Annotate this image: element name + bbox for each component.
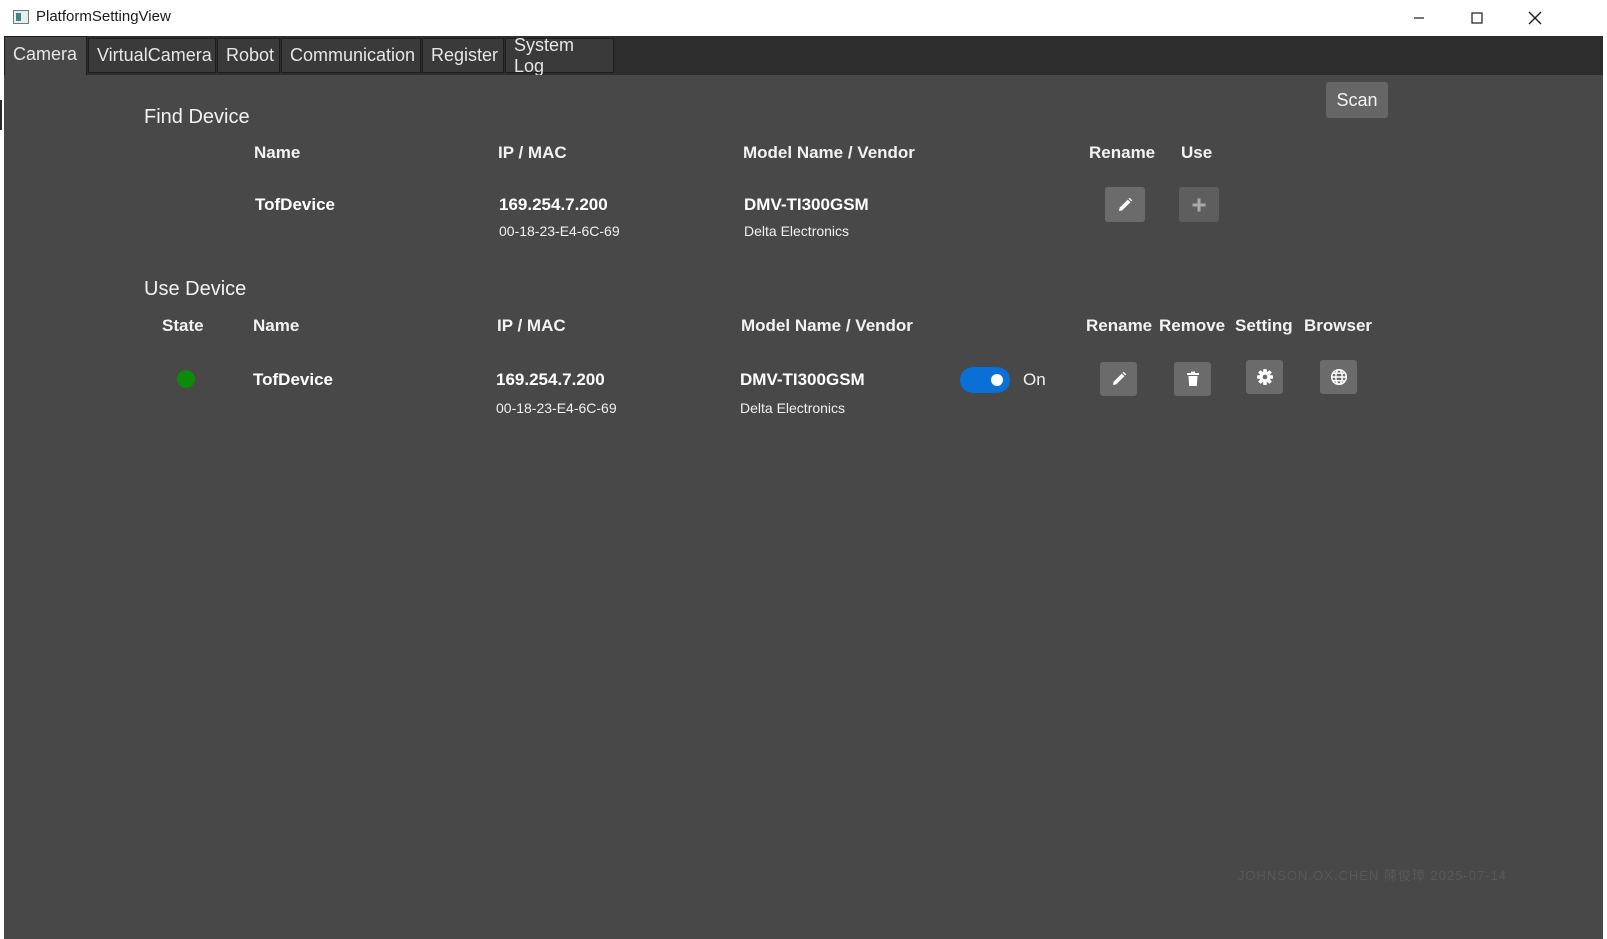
remove-button[interactable] [1174, 362, 1211, 396]
trash-icon [1186, 371, 1199, 386]
minimize-button[interactable] [1390, 0, 1448, 36]
pencil-icon [1119, 197, 1133, 211]
scan-button[interactable]: Scan [1326, 82, 1388, 118]
find-device-ip: 169.254.7.200 [499, 195, 608, 214]
find-use-button[interactable] [1179, 187, 1219, 222]
use-device-title: Use Device [144, 278, 247, 300]
find-device-name: TofDevice [255, 195, 335, 214]
camera-tab-content: Scan Find Device Name IP / MAC Model Nam… [4, 75, 1603, 939]
tab-communication[interactable]: Communication [281, 38, 421, 73]
find-rename-button[interactable] [1105, 187, 1145, 222]
title-bar: PlatformSettingView [4, 0, 1603, 36]
find-device-model: DMV-TI300GSM [744, 195, 869, 214]
app-window: PlatformSettingView Camera VirtualCamera… [4, 0, 1603, 939]
find-col-ip-mac: IP / MAC [498, 143, 567, 162]
use-col-remove: Remove [1159, 316, 1226, 335]
use-col-model-vendor: Model Name / Vendor [741, 316, 913, 335]
find-col-model-vendor: Model Name / Vendor [743, 143, 915, 162]
tab-virtualcamera[interactable]: VirtualCamera [88, 38, 216, 73]
browser-button[interactable] [1320, 360, 1357, 394]
use-col-browser: Browser [1304, 316, 1373, 335]
toggle-state-label: On [1023, 370, 1046, 389]
setting-button[interactable] [1246, 360, 1283, 394]
maximize-button[interactable] [1448, 0, 1506, 36]
tab-label: System Log [514, 34, 575, 76]
tab-label: VirtualCamera [97, 45, 212, 65]
tab-system-log[interactable]: System Log [505, 35, 614, 76]
find-col-name: Name [254, 143, 301, 162]
globe-icon [1330, 368, 1347, 386]
pencil-icon [1112, 371, 1126, 385]
tab-label: Camera [13, 43, 78, 64]
toggle-knob [991, 374, 1003, 386]
find-device-vendor: Delta Electronics [744, 223, 850, 239]
plus-icon [1192, 198, 1206, 211]
use-col-rename: Rename [1086, 316, 1153, 335]
maximize-icon [1471, 12, 1483, 24]
watermark: JOHNSON.OX.CHEN 陳俊璋 2025-07-14 [1237, 868, 1507, 883]
tab-robot[interactable]: Robot [217, 38, 280, 73]
window-title: PlatformSettingView [36, 8, 171, 25]
use-col-ip-mac: IP / MAC [497, 316, 566, 335]
close-button[interactable] [1506, 0, 1564, 36]
tab-label: Robot [226, 45, 275, 65]
tab-camera[interactable]: Camera [4, 36, 87, 75]
gear-icon [1256, 369, 1273, 385]
use-device-mac: 00-18-23-E4-6C-69 [496, 400, 617, 416]
use-device-model: DMV-TI300GSM [740, 370, 865, 389]
device-enable-toggle[interactable] [960, 367, 1010, 393]
find-device-title: Find Device [144, 106, 250, 128]
use-col-name: Name [253, 316, 300, 335]
use-rename-button[interactable] [1100, 362, 1137, 396]
find-device-mac: 00-18-23-E4-6C-69 [499, 223, 620, 239]
tab-label: Register [431, 45, 499, 65]
tab-register[interactable]: Register [422, 38, 504, 73]
state-indicator [177, 370, 195, 388]
use-col-state: State [162, 316, 204, 335]
find-col-rename: Rename [1089, 143, 1156, 162]
use-device-vendor: Delta Electronics [740, 400, 846, 416]
tab-bar: Camera VirtualCamera Robot Communication… [4, 35, 1603, 76]
use-device-name: TofDevice [253, 370, 333, 389]
tab-label: Communication [290, 45, 416, 65]
use-device-ip: 169.254.7.200 [496, 370, 605, 389]
app-icon [13, 10, 29, 24]
find-col-use: Use [1181, 143, 1213, 162]
close-icon [1528, 11, 1542, 25]
use-col-setting: Setting [1235, 316, 1293, 335]
minimize-icon [1414, 17, 1424, 19]
